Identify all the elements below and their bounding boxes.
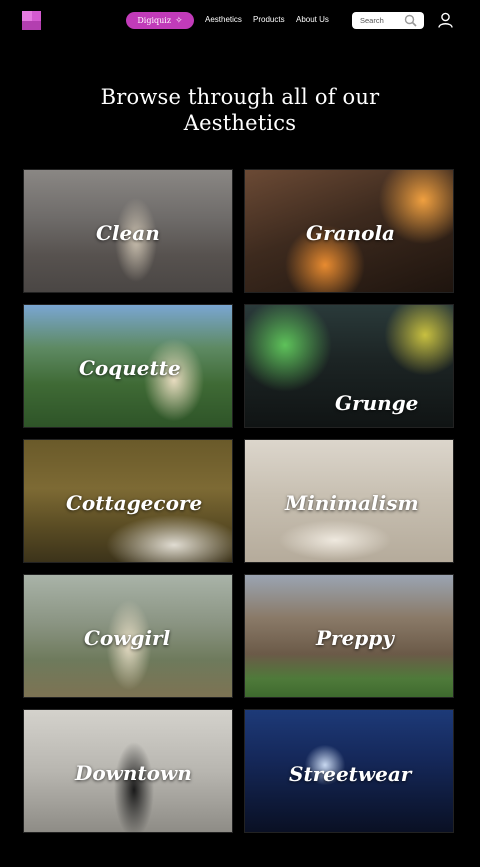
aesthetic-label-granola: Granola xyxy=(306,221,396,245)
aesthetic-card-coquette[interactable]: Coquette xyxy=(24,305,232,427)
search-icon xyxy=(404,14,417,27)
aesthetic-label-clean: Clean xyxy=(96,221,160,245)
aesthetic-label-coquette: Coquette xyxy=(79,356,181,380)
aesthetic-card-cowgirl[interactable]: Cowgirl xyxy=(24,575,232,697)
aesthetic-card-downtown[interactable]: Downtown xyxy=(24,710,232,832)
page-title-line1: Browse through all of our xyxy=(100,85,380,109)
aesthetic-card-grunge[interactable]: Grunge xyxy=(245,305,453,427)
aesthetic-label-grunge: Grunge xyxy=(335,391,419,415)
digiquiz-label: Digiquiz xyxy=(137,16,172,25)
aesthetic-label-cottagecore: Cottagecore xyxy=(66,491,203,515)
search-placeholder: Search xyxy=(360,16,384,25)
nav-link-about-us[interactable]: About Us xyxy=(296,15,329,24)
aesthetic-card-preppy[interactable]: Preppy xyxy=(245,575,453,697)
aesthetic-card-clean[interactable]: Clean xyxy=(24,170,232,292)
aesthetic-card-minimalism[interactable]: Minimalism xyxy=(245,440,453,562)
aesthetic-card-streetwear[interactable]: Streetwear xyxy=(245,710,453,832)
page-title: Browse through all of our Aesthetics xyxy=(0,84,480,136)
nav-link-products[interactable]: Products xyxy=(253,15,285,24)
logo[interactable] xyxy=(22,11,41,30)
search-input[interactable]: Search xyxy=(352,12,424,29)
aesthetic-label-cowgirl: Cowgirl xyxy=(84,626,171,650)
page-title-line2: Aesthetics xyxy=(183,111,297,135)
nav-link-aesthetics[interactable]: Aesthetics xyxy=(205,15,242,24)
aesthetic-card-granola[interactable]: Granola xyxy=(245,170,453,292)
aesthetic-label-streetwear: Streetwear xyxy=(289,762,412,786)
aesthetic-label-downtown: Downtown xyxy=(75,761,192,785)
sparkle-icon: ✧ xyxy=(175,15,183,26)
aesthetic-label-preppy: Preppy xyxy=(316,626,394,650)
top-nav: Digiquiz ✧ Aesthetics Products About Us … xyxy=(0,0,480,40)
digiquiz-button[interactable]: Digiquiz ✧ xyxy=(126,12,194,29)
aesthetic-card-cottagecore[interactable]: Cottagecore xyxy=(24,440,232,562)
user-icon[interactable] xyxy=(438,12,453,28)
aesthetic-label-minimalism: Minimalism xyxy=(285,491,419,515)
